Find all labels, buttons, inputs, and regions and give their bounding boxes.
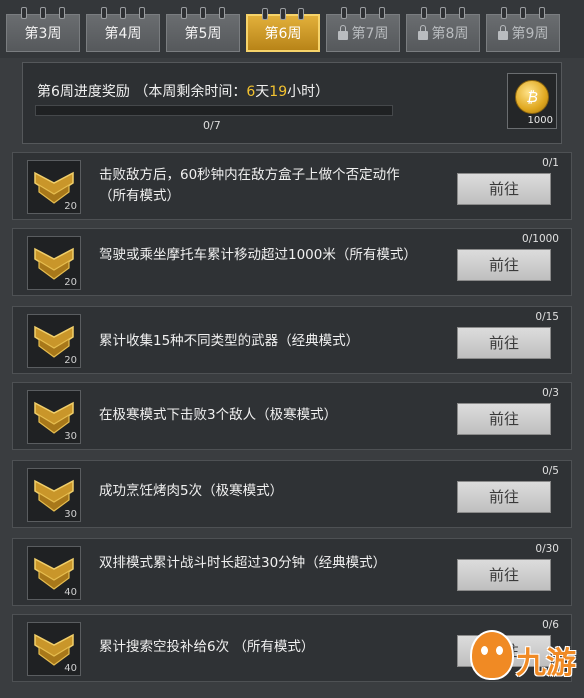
progress-text: 0/7 <box>203 119 221 132</box>
rank-badge: 40 <box>27 546 81 600</box>
task-row: 40 双排模式累计战斗时长超过30分钟（经典模式） 0/30 前往 <box>12 538 572 606</box>
go-button[interactable]: 前往 <box>457 559 551 591</box>
task-row: 20 驾驶或乘坐摩托车累计移动超过1000米（所有模式） 0/1000 前往 <box>12 228 572 296</box>
tab-week-6[interactable]: 第6周 <box>246 8 320 52</box>
go-button[interactable]: 前往 <box>457 249 551 281</box>
task-row: 30 在极寒模式下击败3个敌人（极寒模式） 0/3 前往 <box>12 382 572 450</box>
task-description: 成功烹饪烤肉5次（极寒模式） <box>99 483 284 499</box>
tab-label: 第5周 <box>184 26 222 42</box>
tab-label: 第3周 <box>24 26 62 42</box>
rank-badge: 20 <box>27 236 81 290</box>
tab-label: 第6周 <box>264 26 302 42</box>
task-points: 20 <box>64 277 77 288</box>
rank-badge: 20 <box>27 314 81 368</box>
task-points: 40 <box>64 663 77 674</box>
task-progress-count: 0/30 <box>535 543 559 555</box>
task-row: 30 成功烹饪烤肉5次（极寒模式） 0/5 前往 <box>12 460 572 528</box>
week-progress-panel: 第6周进度奖励 （本周剩余时间：6天19小时） 0/7 ₿ 1000 <box>22 62 562 144</box>
go-button[interactable]: 前往 <box>457 173 551 205</box>
tab-label: 第7周 <box>351 26 389 42</box>
task-description: 累计搜索空投补给6次 （所有模式） <box>99 639 315 655</box>
task-description: 击败敌方后，60秒钟内在敌方盒子上做个否定动作（所有模式） <box>99 167 400 204</box>
task-points: 20 <box>64 201 77 212</box>
task-row: 20 累计收集15种不同类型的武器（经典模式） 0/15 前往 <box>12 306 572 374</box>
go-button[interactable]: 前往 <box>457 481 551 513</box>
rank-badge: 30 <box>27 390 81 444</box>
task-description: 双排模式累计战斗时长超过30分钟（经典模式） <box>99 555 387 571</box>
rank-badge: 40 <box>27 622 81 676</box>
task-points: 30 <box>64 509 77 520</box>
task-description: 驾驶或乘坐摩托车累计移动超过1000米（所有模式） <box>99 247 417 263</box>
rank-badge: 20 <box>27 160 81 214</box>
task-progress-count: 0/15 <box>535 311 559 323</box>
lock-icon <box>497 24 508 40</box>
task-progress-count: 0/1000 <box>522 233 559 245</box>
task-progress-count: 0/1 <box>542 157 559 169</box>
hours-remaining: 19 <box>269 84 288 100</box>
lock-icon <box>337 24 348 40</box>
tab-label: 第4周 <box>104 26 142 42</box>
tab-week-8[interactable]: 第8周 <box>406 7 480 52</box>
week-tab-bar: 第3周 第4周 第5周 第6周 第7周 第8周 第9周 <box>0 0 584 58</box>
reward-amount: 1000 <box>527 115 553 126</box>
task-points: 30 <box>64 431 77 442</box>
rank-badge: 30 <box>27 468 81 522</box>
task-points: 20 <box>64 355 77 366</box>
tab-label: 第9周 <box>511 26 549 42</box>
task-row: 20 击败敌方后，60秒钟内在敌方盒子上做个否定动作（所有模式） 0/1 前往 <box>12 152 572 220</box>
tab-week-5[interactable]: 第5周 <box>166 7 240 52</box>
task-points: 40 <box>64 587 77 598</box>
go-button[interactable]: 前往 <box>457 403 551 435</box>
tab-week-3[interactable]: 第3周 <box>6 7 80 52</box>
days-remaining: 6 <box>246 84 256 100</box>
mascot-icon <box>470 630 514 680</box>
task-progress-count: 0/3 <box>542 387 559 399</box>
lock-icon <box>417 24 428 40</box>
task-description: 累计收集15种不同类型的武器（经典模式） <box>99 333 360 349</box>
tab-label: 第8周 <box>431 26 469 42</box>
coin-icon: ₿ <box>515 80 549 114</box>
task-description: 在极寒模式下击败3个敌人（极寒模式） <box>99 407 338 423</box>
tab-week-7[interactable]: 第7周 <box>326 7 400 52</box>
watermark-logo: 九游 <box>470 624 582 696</box>
progress-title: 第6周进度奖励 （本周剩余时间：6天19小时） <box>37 84 330 100</box>
go-button[interactable]: 前往 <box>457 327 551 359</box>
tab-week-4[interactable]: 第4周 <box>86 7 160 52</box>
reward-box[interactable]: ₿ 1000 <box>507 73 557 129</box>
tab-week-9[interactable]: 第9周 <box>486 7 560 52</box>
task-progress-count: 0/5 <box>542 465 559 477</box>
progress-bar <box>35 105 393 116</box>
